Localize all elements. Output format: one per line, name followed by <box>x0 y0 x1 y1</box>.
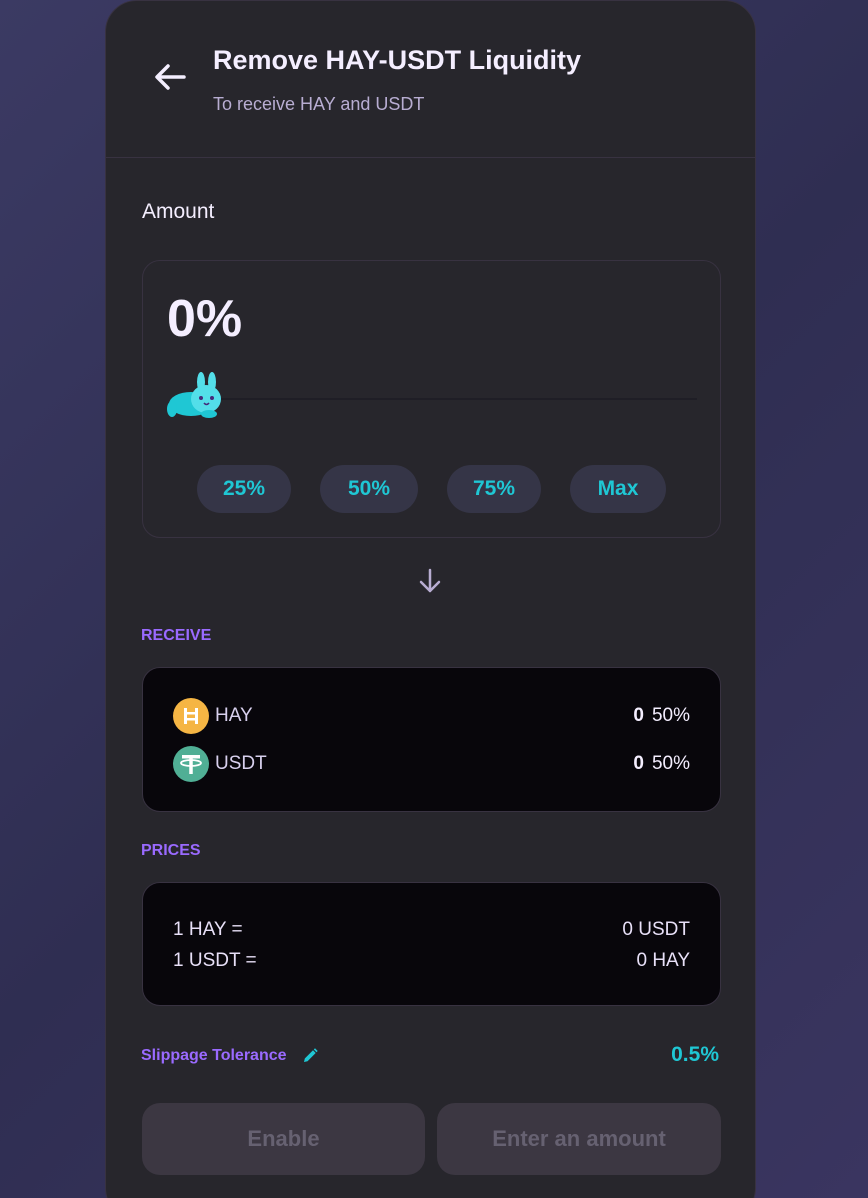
hay-token-icon <box>173 698 209 734</box>
page-title: Remove HAY-USDT Liquidity <box>213 45 582 75</box>
token-amount: 0 <box>633 705 644 726</box>
page-subtitle: To receive HAY and USDT <box>213 94 425 114</box>
back-button[interactable] <box>150 57 190 97</box>
receive-row-usdt: USDT 0 50% <box>173 746 690 782</box>
amount-label: Amount <box>142 200 215 223</box>
token-name: HAY <box>215 705 253 726</box>
token-percent: 50% <box>651 753 690 774</box>
amount-panel: 0% 25% 50% 75% Max <box>142 260 721 538</box>
pencil-icon[interactable] <box>301 1047 319 1065</box>
slider-track[interactable] <box>199 398 697 400</box>
prices-label: PRICES <box>141 842 201 859</box>
token-percent: 50% <box>651 705 690 726</box>
prices-panel: 1 HAY = 0 USDT 1 USDT = 0 HAY <box>142 882 721 1006</box>
percent-max-button[interactable]: Max <box>570 465 666 513</box>
price-row-usdt: 1 USDT = 0 HAY <box>173 950 690 972</box>
enter-amount-button[interactable]: Enter an amount <box>437 1103 721 1175</box>
slippage-tolerance: Slippage Tolerance <box>141 1047 319 1065</box>
receive-row-hay: HAY 0 50% <box>173 698 690 734</box>
price-label: 1 USDT = <box>173 950 257 971</box>
arrow-down-icon <box>416 567 444 595</box>
card-header: Remove HAY-USDT Liquidity To receive HAY… <box>106 1 755 158</box>
bunny-icon <box>167 372 221 418</box>
price-value: 0 HAY <box>636 950 690 971</box>
percent-75-button[interactable]: 75% <box>447 465 541 513</box>
remove-liquidity-card: Remove HAY-USDT Liquidity To receive HAY… <box>105 0 756 1198</box>
percent-50-button[interactable]: 50% <box>320 465 418 513</box>
bunny-slider-thumb[interactable] <box>165 369 225 421</box>
price-row-hay: 1 HAY = 0 USDT <box>173 919 690 941</box>
receive-panel: HAY 0 50% USDT 0 50% <box>142 667 721 812</box>
percent-value: 0% <box>167 290 243 348</box>
enable-button[interactable]: Enable <box>142 1103 425 1175</box>
slippage-label: Slippage Tolerance <box>141 1047 287 1064</box>
price-label: 1 HAY = <box>173 919 243 940</box>
price-value: 0 USDT <box>622 919 690 940</box>
slippage-value[interactable]: 0.5% <box>671 1043 719 1067</box>
usdt-token-icon <box>173 746 209 782</box>
token-name: USDT <box>215 753 267 774</box>
percent-25-button[interactable]: 25% <box>197 465 291 513</box>
token-amount: 0 <box>633 753 644 774</box>
receive-label: RECEIVE <box>141 627 212 644</box>
arrow-left-icon <box>155 64 186 90</box>
